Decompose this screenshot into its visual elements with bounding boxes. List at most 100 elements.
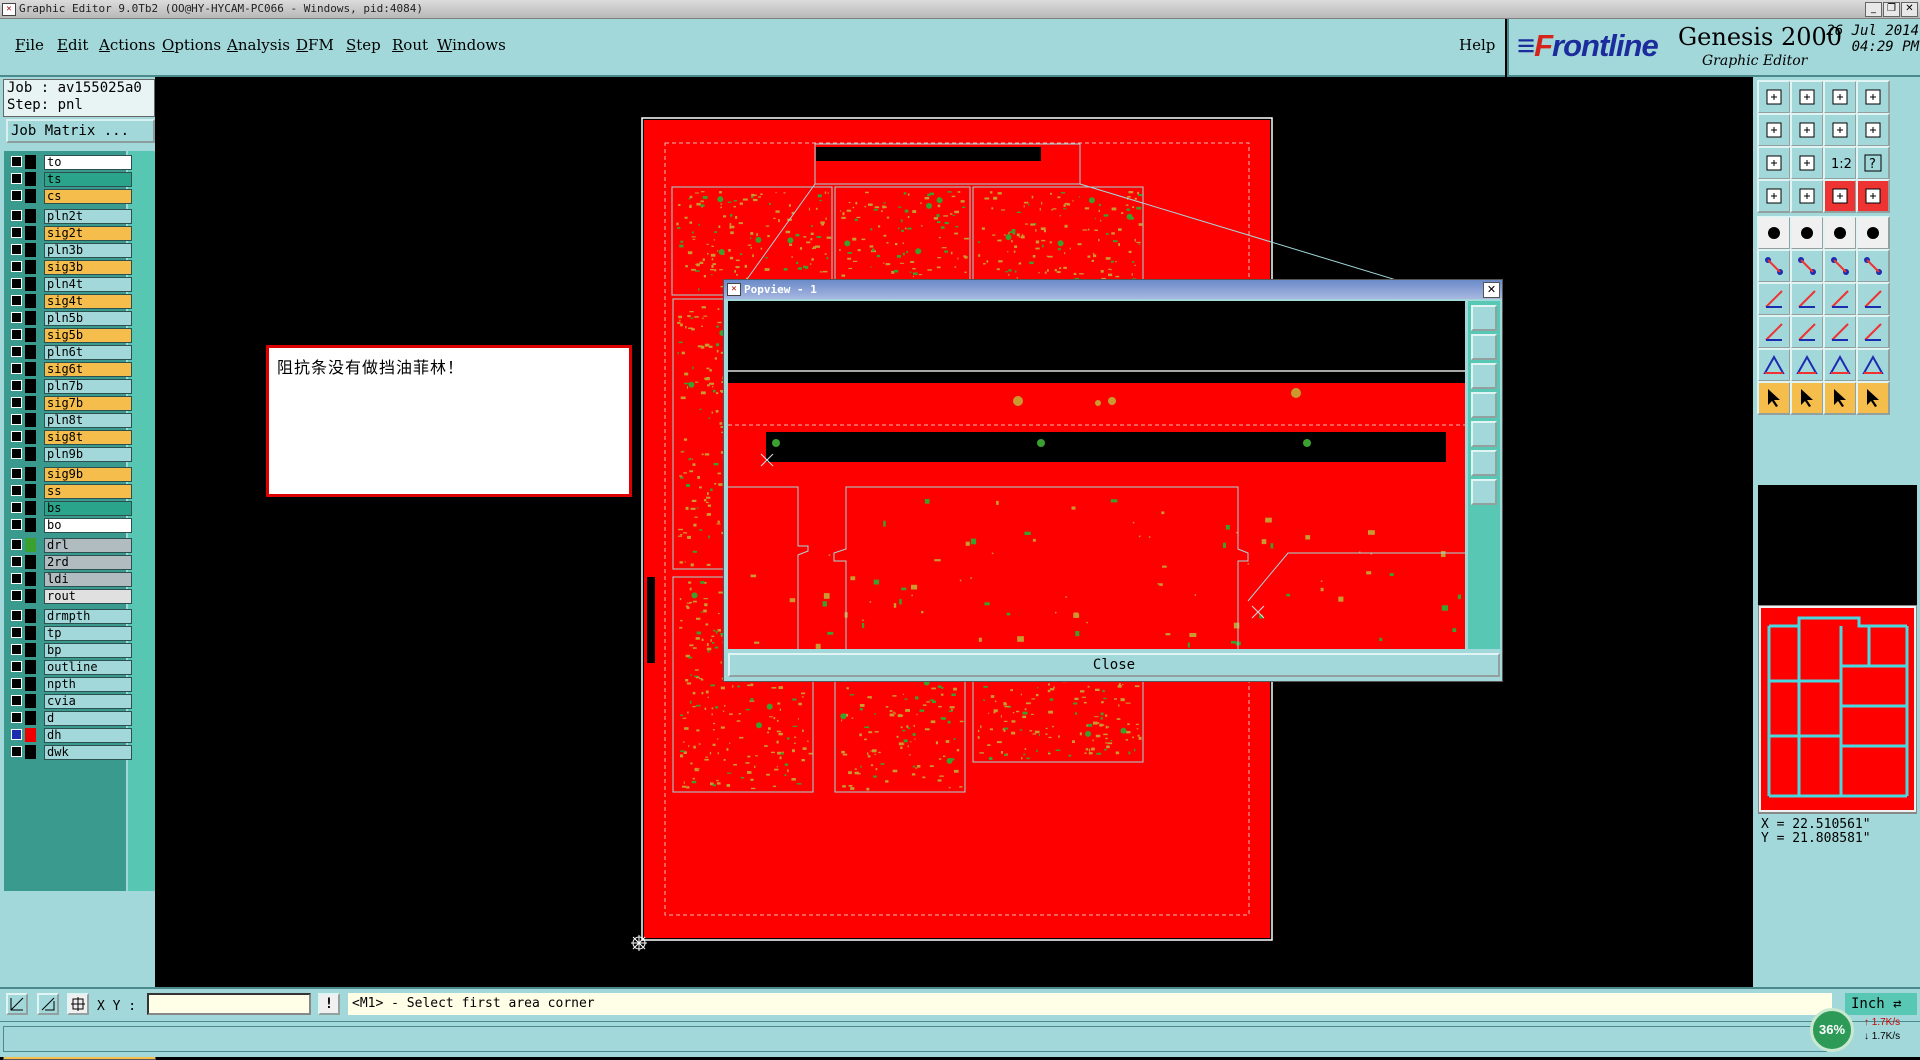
popview-tool-2[interactable]	[1471, 334, 1497, 360]
minimap[interactable]	[1758, 605, 1917, 813]
scale-1-2-button[interactable]: 1:2	[1823, 146, 1857, 180]
view-top-button[interactable]	[1757, 80, 1791, 114]
layer-checkbox[interactable]	[11, 485, 22, 496]
layer-row-bs[interactable]: bs	[8, 501, 132, 516]
popview-tool-4[interactable]	[1471, 392, 1497, 418]
multi-select-button[interactable]	[1856, 381, 1890, 415]
popview-canvas[interactable]	[728, 301, 1465, 649]
layer-checkbox[interactable]	[11, 448, 22, 459]
layer-row-pln9b[interactable]: pln9b	[8, 447, 132, 462]
layer-row-sig5b[interactable]: sig5b	[8, 328, 132, 343]
layer-checkbox[interactable]	[11, 156, 22, 167]
layer-row-2rd[interactable]: 2rd	[8, 555, 132, 570]
view-bottom-button[interactable]	[1790, 80, 1824, 114]
layer-row-sig2t[interactable]: sig2t	[8, 226, 132, 241]
popview-tool-5[interactable]	[1471, 421, 1497, 447]
popview-close-x[interactable]: ✕	[1483, 282, 1500, 298]
menu-rout[interactable]: Rout	[392, 36, 428, 54]
layer-row-sig3b[interactable]: sig3b	[8, 260, 132, 275]
mirror-button[interactable]	[1856, 282, 1890, 316]
layer-row-pln6t[interactable]: pln6t	[8, 345, 132, 360]
snap-mode-button[interactable]	[6, 993, 28, 1015]
fit-width-button[interactable]	[1757, 146, 1791, 180]
layer-checkbox[interactable]	[11, 227, 22, 238]
layer-checkbox[interactable]	[11, 329, 22, 340]
dimension-button[interactable]	[1823, 315, 1857, 349]
popview-tool-7[interactable]	[1471, 479, 1497, 505]
copy-button[interactable]	[1856, 315, 1890, 349]
layer-checkbox[interactable]	[11, 346, 22, 357]
layer-row-sig9b[interactable]: sig9b	[8, 467, 132, 482]
layer-checkbox[interactable]	[11, 573, 22, 584]
layer-stack-alt-button[interactable]	[1856, 179, 1890, 213]
slash-button[interactable]	[1790, 282, 1824, 316]
sequence-button[interactable]	[1856, 113, 1890, 147]
layer-row-pln4t[interactable]: pln4t	[8, 277, 132, 292]
layer-row-sig6t[interactable]: sig6t	[8, 362, 132, 377]
snap-options-button[interactable]	[1757, 179, 1791, 213]
pad-add-button[interactable]	[1757, 216, 1791, 250]
menu-step[interactable]: Step	[346, 36, 381, 54]
layer-checkbox[interactable]	[11, 610, 22, 621]
fit-height-button[interactable]	[1790, 146, 1824, 180]
layer-checkbox[interactable]	[11, 644, 22, 655]
layer-checkbox[interactable]	[11, 661, 22, 672]
layer-row-pln5b[interactable]: pln5b	[8, 311, 132, 326]
menu-file[interactable]: File	[15, 36, 44, 54]
layer-checkbox[interactable]	[11, 431, 22, 442]
layer-checkbox[interactable]	[11, 414, 22, 425]
triangle-button[interactable]	[1757, 348, 1791, 382]
layer-row-drl[interactable]: drl	[8, 538, 132, 553]
layer-checkbox[interactable]	[11, 678, 22, 689]
popview-tool-1[interactable]	[1471, 305, 1497, 331]
layer-checkbox[interactable]	[11, 380, 22, 391]
angle-button[interactable]	[1757, 282, 1791, 316]
layer-row-npth[interactable]: npth	[8, 677, 132, 692]
layer-row-dwk[interactable]: dwk	[8, 745, 132, 760]
layer-row-pln7b[interactable]: pln7b	[8, 379, 132, 394]
layer-checkbox[interactable]	[11, 173, 22, 184]
connect-alt-button[interactable]	[1856, 249, 1890, 283]
layer-checkbox[interactable]	[11, 539, 22, 550]
layer-row-outline[interactable]: outline	[8, 660, 132, 675]
split-view-button[interactable]	[1856, 80, 1890, 114]
zoom-center-button[interactable]	[1823, 113, 1857, 147]
cross-button[interactable]	[1790, 249, 1824, 283]
layer-row-dh[interactable]: dh	[8, 728, 132, 743]
measure-mode-button[interactable]	[37, 993, 59, 1015]
menu-options[interactable]: Options	[162, 36, 221, 54]
circle-button[interactable]	[1856, 216, 1890, 250]
popview-tool-6[interactable]	[1471, 450, 1497, 476]
arc-button[interactable]	[1790, 348, 1824, 382]
layer-row-ldi[interactable]: ldi	[8, 572, 132, 587]
message-icon[interactable]: !	[318, 993, 340, 1015]
layer-checkbox[interactable]	[11, 712, 22, 723]
pan-left-button[interactable]	[1757, 113, 1791, 147]
select-alt-button[interactable]	[1823, 381, 1857, 415]
layer-row-rout[interactable]: rout	[8, 589, 132, 604]
grid-mode-button[interactable]	[67, 993, 89, 1015]
layer-checkbox[interactable]	[11, 312, 22, 323]
menu-windows[interactable]: Windows	[437, 36, 506, 54]
layer-row-sig7b[interactable]: sig7b	[8, 396, 132, 411]
surface-button[interactable]	[1823, 216, 1857, 250]
layer-checkbox[interactable]	[11, 261, 22, 272]
layer-checkbox[interactable]	[11, 627, 22, 638]
layer-checkbox[interactable]	[11, 397, 22, 408]
line-add-button[interactable]	[1790, 216, 1824, 250]
layer-checkbox[interactable]	[11, 363, 22, 374]
layer-row-pln3b[interactable]: pln3b	[8, 243, 132, 258]
layer-row-sig8t[interactable]: sig8t	[8, 430, 132, 445]
layer-checkbox[interactable]	[11, 502, 22, 513]
layer-row-d[interactable]: d	[8, 711, 132, 726]
layer-checkbox[interactable]	[11, 190, 22, 201]
layer-checkbox[interactable]	[11, 695, 22, 706]
grid-button[interactable]	[1790, 179, 1824, 213]
layer-row-tp[interactable]: tp	[8, 626, 132, 641]
menu-edit[interactable]: Edit	[57, 36, 88, 54]
xy-input[interactable]	[147, 993, 311, 1015]
layer-checkbox[interactable]	[11, 556, 22, 567]
layer-row-cs[interactable]: cs	[8, 189, 132, 204]
layer-row-cvia[interactable]: cvia	[8, 694, 132, 709]
layer-row-bp[interactable]: bp	[8, 643, 132, 658]
